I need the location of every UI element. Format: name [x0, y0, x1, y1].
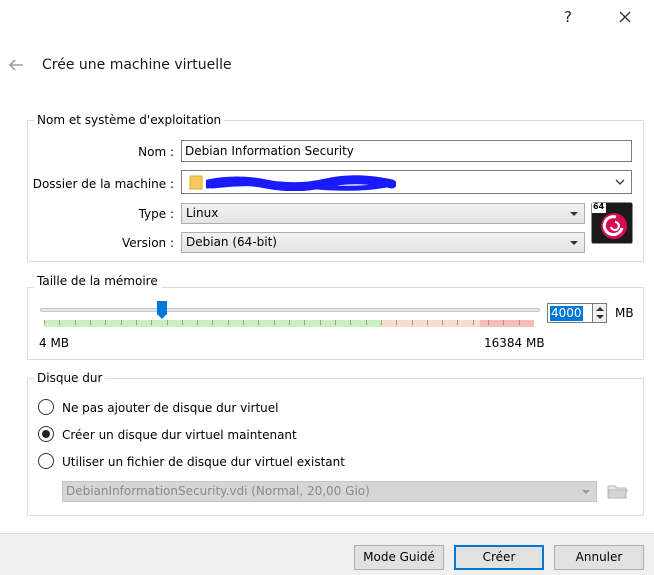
disk-group-title: Disque dur [34, 371, 106, 385]
back-arrow-icon [8, 59, 23, 71]
dropdown-arrow-icon [570, 241, 578, 245]
name-input[interactable]: Debian Information Security [181, 140, 632, 162]
dropdown-arrow-icon [570, 212, 578, 216]
choose-disk-file-button [605, 479, 630, 502]
dropdown-arrow-icon [582, 490, 590, 494]
memory-min-label: 4 MB [39, 336, 70, 350]
spin-up-icon[interactable] [596, 307, 604, 311]
memory-slider-thumb[interactable] [156, 300, 168, 320]
radio-create-disk-label[interactable]: Créer un disque dur virtuel maintenant [62, 428, 297, 442]
folder-select[interactable] [181, 170, 632, 194]
spin-down-icon[interactable] [596, 315, 604, 319]
folder-open-icon [607, 485, 628, 499]
memory-spinner[interactable] [592, 303, 607, 323]
debian-os-icon: 64 [591, 202, 633, 244]
existing-disk-select: DebianInformationSecurity.vdi (Normal, 2… [62, 481, 597, 502]
folder-label: Dossier de la machine : [32, 177, 174, 191]
radio-existing-disk-label[interactable]: Utiliser un fichier de disque dur virtue… [62, 455, 345, 469]
os-64-badge: 64 [593, 202, 605, 211]
memory-tick-marks [44, 320, 520, 325]
redaction-scribble [206, 175, 396, 191]
guided-mode-button[interactable]: Mode Guidé [354, 545, 444, 570]
radio-no-disk[interactable] [38, 399, 54, 415]
close-button[interactable] [614, 6, 636, 28]
radio-existing-disk[interactable] [38, 453, 54, 469]
memory-slider-track[interactable] [40, 308, 540, 312]
radio-no-disk-label[interactable]: Ne pas ajouter de disque dur virtuel [62, 401, 279, 415]
name-label: Nom : [138, 145, 174, 159]
chevron-down-icon [615, 179, 625, 185]
version-value: Debian (64-bit) [186, 235, 277, 249]
memory-value: 4000 [550, 306, 583, 321]
name-os-group-title: Nom et système d'exploitation [34, 113, 225, 127]
dialog-title: Crée une machine virtuelle [42, 57, 232, 73]
version-select[interactable]: Debian (64-bit) [181, 232, 585, 253]
back-button[interactable] [6, 56, 26, 74]
memory-input[interactable]: 4000 [547, 303, 593, 323]
create-button[interactable]: Créer [454, 545, 544, 570]
close-icon [619, 11, 631, 23]
existing-disk-value: DebianInformationSecurity.vdi (Normal, 2… [66, 484, 370, 498]
folder-icon [189, 175, 203, 190]
type-select[interactable]: Linux [181, 203, 585, 224]
memory-group-title: Taille de la mémoire [34, 274, 161, 288]
memory-max-label: 16384 MB [484, 336, 545, 350]
memory-unit: MB [615, 306, 634, 320]
cancel-button[interactable]: Annuler [554, 545, 644, 570]
type-value: Linux [186, 206, 219, 220]
version-label: Version : [122, 236, 174, 250]
type-label: Type : [138, 207, 174, 221]
radio-create-disk[interactable] [38, 426, 54, 442]
help-button[interactable]: ? [558, 6, 578, 28]
